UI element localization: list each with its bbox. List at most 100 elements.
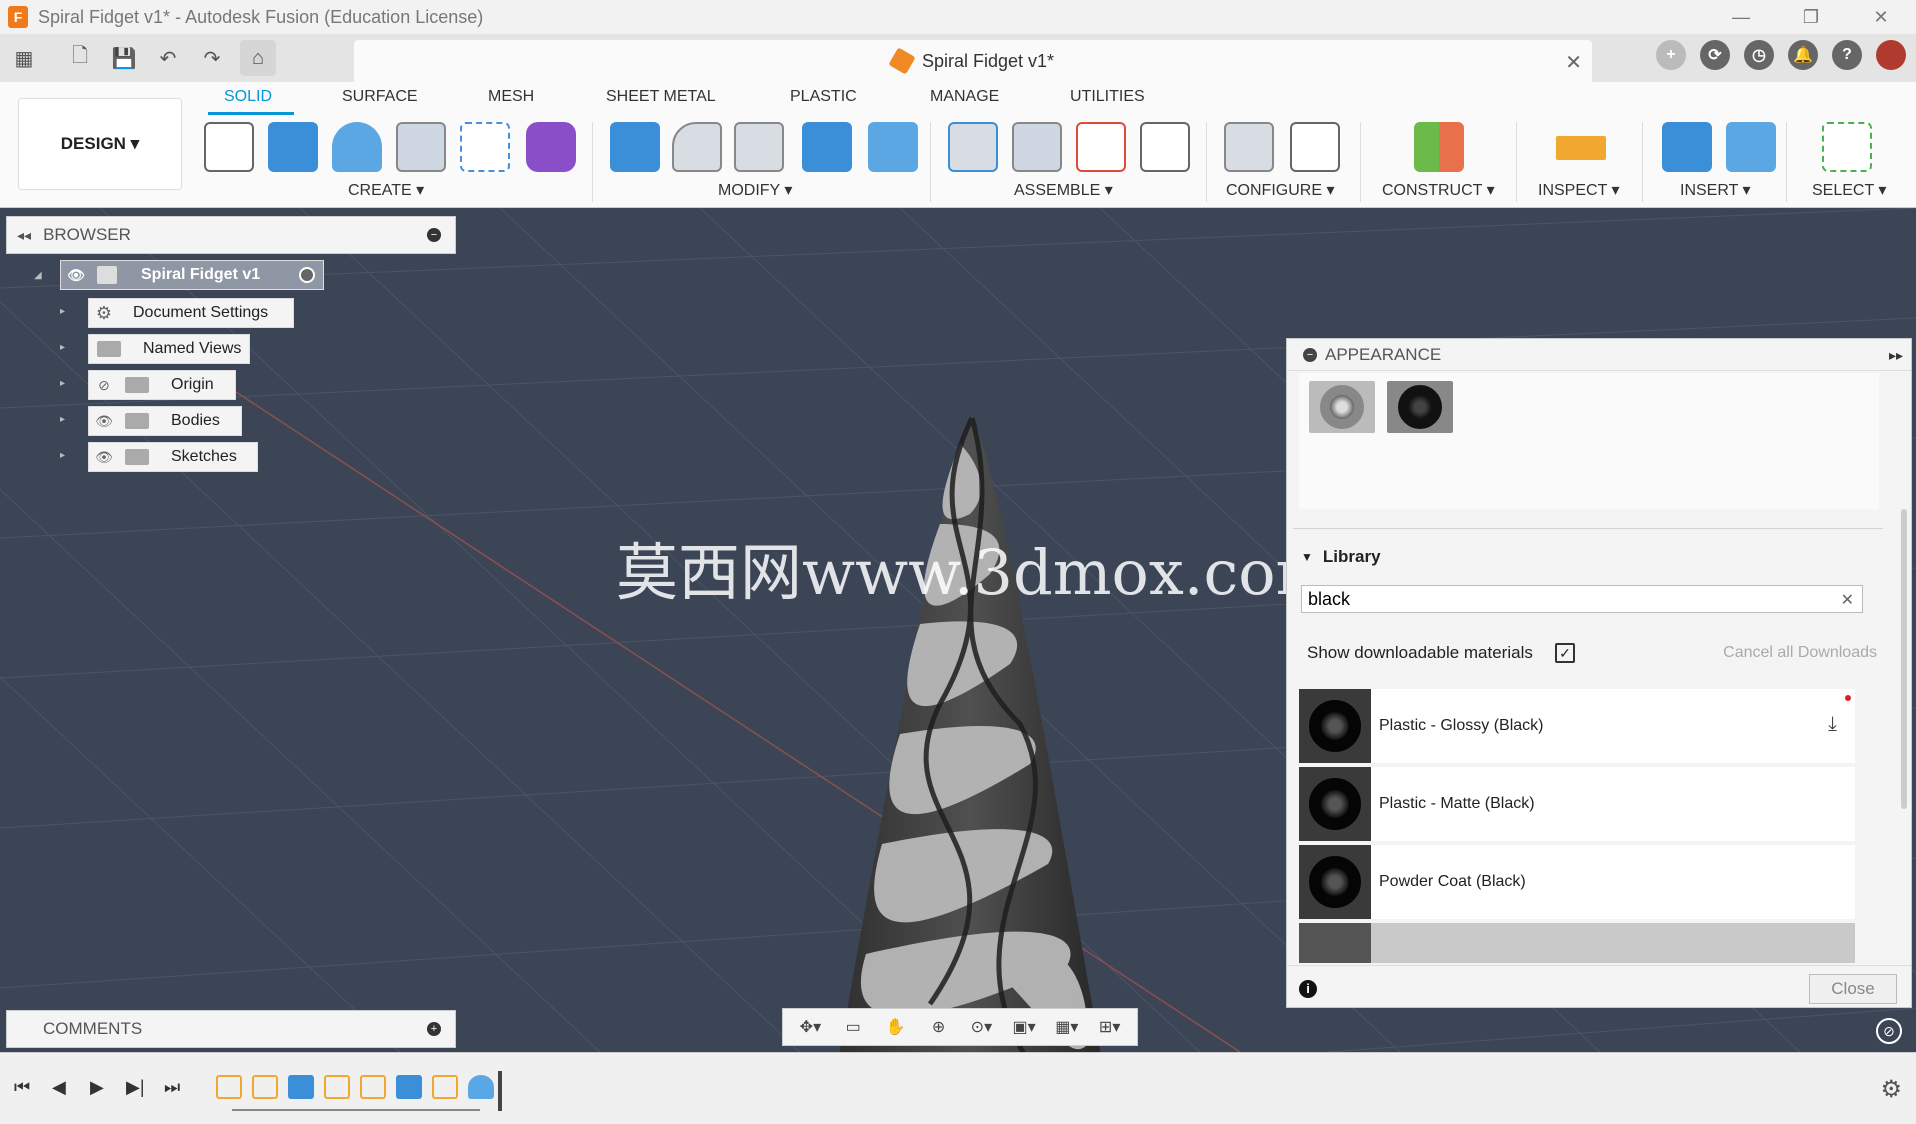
collapse-appearance-icon[interactable]: − (1303, 347, 1317, 362)
tab-mesh[interactable]: MESH (488, 88, 534, 106)
browser-item-named-views[interactable]: Named Views (88, 334, 250, 364)
modify-menu[interactable]: MODIFY ▾ (718, 180, 792, 200)
hidden-eye-icon[interactable]: ⊘ (89, 377, 119, 394)
go-to-start-icon[interactable]: ⏮ (14, 1077, 30, 1098)
view-toggle-icon[interactable]: ⊘ (1876, 1018, 1902, 1044)
create-menu[interactable]: CREATE ▾ (348, 180, 424, 200)
inspect-menu[interactable]: INSPECT ▾ (1538, 180, 1620, 200)
chamfer-icon[interactable] (734, 122, 784, 172)
cancel-all-downloads-link[interactable]: Cancel all Downloads (1723, 644, 1877, 662)
bill-of-materials-icon[interactable] (1140, 122, 1190, 172)
notifications-bell-icon[interactable]: 🔔 (1788, 40, 1818, 70)
configure-menu[interactable]: CONFIGURE ▾ (1226, 180, 1334, 200)
browser-item-sketches[interactable]: 👁 Sketches (88, 442, 258, 472)
material-item-partial[interactable] (1299, 923, 1855, 963)
browser-root-component[interactable]: 👁 Spiral Fidget v1 (60, 260, 324, 290)
create-form-icon[interactable] (526, 122, 576, 172)
insert-menu[interactable]: INSERT ▾ (1680, 180, 1751, 200)
timeline-sketch-feature[interactable] (252, 1075, 278, 1099)
press-pull-icon[interactable] (610, 122, 660, 172)
new-component-icon[interactable] (948, 122, 998, 172)
extrude-icon[interactable] (268, 122, 318, 172)
material-item[interactable]: Plastic - Matte (Black) (1299, 767, 1855, 841)
measure-icon[interactable] (1556, 136, 1606, 160)
tab-sheet-metal[interactable]: SHEET METAL (606, 88, 716, 106)
step-back-icon[interactable]: ◀ (52, 1077, 66, 1098)
add-comment-icon[interactable]: + (427, 1022, 441, 1036)
activate-radio-icon[interactable] (299, 267, 315, 283)
tab-solid[interactable]: SOLID (224, 88, 272, 106)
undo-icon[interactable]: ↶ (150, 40, 186, 76)
zoom-icon[interactable]: ⊕ (923, 1014, 955, 1040)
expand-document-settings-icon[interactable]: ▸ (60, 306, 65, 317)
select-menu[interactable]: SELECT ▾ (1812, 180, 1886, 200)
timeline-sketch-feature[interactable] (216, 1075, 242, 1099)
appearance-swatch[interactable] (1309, 381, 1375, 433)
browser-item-document-settings[interactable]: ⚙ Document Settings (88, 298, 294, 328)
visibility-eye-icon[interactable]: 👁 (89, 413, 119, 430)
comments-panel[interactable]: COMMENTS + (6, 1010, 456, 1048)
timeline-revolve-feature[interactable] (468, 1075, 494, 1099)
visibility-eye-icon[interactable]: 👁 (61, 267, 91, 284)
spiral-fidget-model[interactable] (820, 404, 1120, 1052)
tab-manage[interactable]: MANAGE (930, 88, 999, 106)
insert-canvas-icon[interactable] (1726, 122, 1776, 172)
look-at-icon[interactable]: ▭ (837, 1014, 869, 1040)
tab-plastic[interactable]: PLASTIC (790, 88, 857, 106)
timeline-sketch-feature[interactable] (324, 1075, 350, 1099)
material-item[interactable]: Plastic - Glossy (Black) ⤓ (1299, 689, 1855, 763)
timeline-extrude-feature[interactable] (288, 1075, 314, 1099)
close-button[interactable]: Close (1809, 974, 1897, 1004)
browser-item-bodies[interactable]: 👁 Bodies (88, 406, 242, 436)
minimize-browser-icon[interactable]: − (427, 228, 441, 242)
fit-icon[interactable]: ⊙▾ (965, 1014, 997, 1040)
library-search-field[interactable]: ✕ (1301, 585, 1863, 613)
pan-hand-icon[interactable]: ✋ (880, 1014, 912, 1040)
save-icon[interactable]: 💾 (106, 40, 142, 76)
redo-icon[interactable]: ↷ (194, 40, 230, 76)
appearance-swatch[interactable] (1387, 381, 1453, 433)
apps-grid-icon[interactable]: ▦ (6, 40, 42, 76)
expand-bodies-icon[interactable]: ▸ (60, 414, 65, 425)
configuration-table-icon[interactable] (1290, 122, 1340, 172)
viewports-icon[interactable]: ⊞▾ (1094, 1014, 1126, 1040)
download-icon[interactable]: ⤓ (1828, 713, 1837, 736)
create-sketch-icon[interactable] (204, 122, 254, 172)
timeline-sketch-feature[interactable] (432, 1075, 458, 1099)
insert-derive-icon[interactable] (1662, 122, 1712, 172)
show-downloadable-checkbox[interactable]: ✓ (1555, 643, 1575, 663)
shell-icon[interactable] (868, 122, 918, 172)
offset-plane-icon[interactable] (1414, 122, 1464, 172)
visibility-eye-icon[interactable]: 👁 (89, 449, 119, 466)
home-icon[interactable]: ⌂ (240, 40, 276, 76)
timeline-marker[interactable] (498, 1071, 502, 1111)
play-icon[interactable]: ▶ (90, 1077, 104, 1098)
as-built-joint-icon[interactable] (1076, 122, 1126, 172)
collapse-browser-icon[interactable]: ◂◂ (17, 227, 31, 244)
clear-search-icon[interactable]: ✕ (1841, 590, 1854, 610)
timeline-settings-gear-icon[interactable]: ⚙ (1880, 1075, 1902, 1104)
close-window-button[interactable]: ✕ (1846, 0, 1916, 34)
revolve-icon[interactable] (332, 122, 382, 172)
restore-button[interactable]: ❐ (1776, 0, 1846, 34)
expand-sketches-icon[interactable]: ▸ (60, 450, 65, 461)
expand-panel-icon[interactable]: ▸▸ (1889, 347, 1903, 364)
help-icon[interactable]: ? (1832, 40, 1862, 70)
material-item[interactable]: Powder Coat (Black) (1299, 845, 1855, 919)
expand-origin-icon[interactable]: ▸ (60, 378, 65, 389)
library-section-header[interactable]: ▼ Library (1301, 547, 1381, 567)
assemble-menu[interactable]: ASSEMBLE ▾ (1014, 180, 1113, 200)
combine-icon[interactable] (802, 122, 852, 172)
sync-icon[interactable]: ⟳ (1700, 40, 1730, 70)
grid-settings-icon[interactable]: ▦▾ (1051, 1014, 1083, 1040)
minimize-button[interactable]: — (1706, 0, 1776, 34)
fillet-icon[interactable] (672, 122, 722, 172)
display-settings-icon[interactable]: ▣▾ (1008, 1014, 1040, 1040)
construct-menu[interactable]: CONSTRUCT ▾ (1382, 180, 1495, 200)
library-search-input[interactable] (1308, 588, 1828, 610)
document-tab[interactable]: Spiral Fidget v1* ✕ (354, 40, 1592, 82)
joint-icon[interactable] (1012, 122, 1062, 172)
job-status-icon[interactable]: ◷ (1744, 40, 1774, 70)
workspace-switcher[interactable]: DESIGN ▾ (18, 98, 182, 190)
user-avatar[interactable] (1876, 40, 1906, 70)
